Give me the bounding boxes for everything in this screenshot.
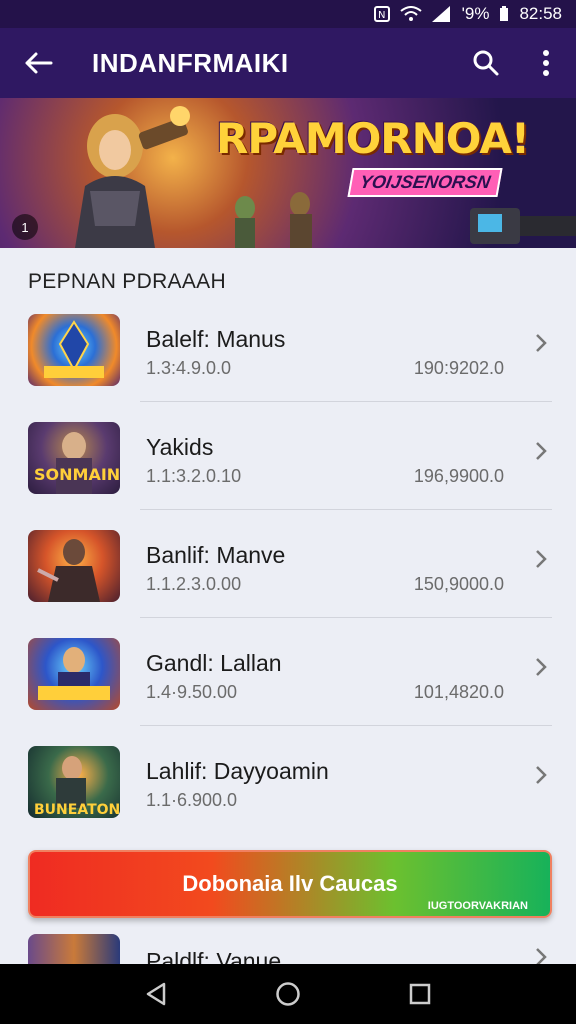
chevron-right-icon: [536, 658, 547, 676]
list-item[interactable]: Banlif: Manve 1.1.2.3.0.00 150,9000.0: [0, 510, 576, 618]
game-thumbnail: [28, 638, 120, 710]
game-list: Balelf: Manus 1.3:4.9.0.0 190:9202.0 SON…: [0, 294, 576, 834]
item-title: Banlif: Manve: [146, 542, 286, 568]
cta-label: Dobonaia Ilv Caucas: [182, 871, 398, 896]
game-thumbnail: SONMAIN: [28, 422, 120, 494]
back-button[interactable]: [8, 28, 68, 98]
item-title: Paldlf: Vanue: [146, 948, 282, 964]
chevron-right-icon: [536, 948, 547, 964]
item-value: 101,4820.0: [413, 682, 504, 702]
item-subtitle: 1.4·9.50.00: [146, 682, 238, 702]
list-item[interactable]: Balelf: Manus 1.3:4.9.0.0 190:9202.0: [0, 294, 576, 402]
item-title: Lahlif: Dayyoamin: [146, 758, 329, 784]
chevron-right-icon: [536, 550, 547, 568]
item-value: 190:9202.0: [413, 358, 504, 378]
game-thumbnail: BUNEATON: [28, 746, 120, 818]
promo-banner[interactable]: RPAMORNOA! YOIJSENORSN 1: [0, 98, 576, 248]
item-subtitle: 1.1·6.900.0: [146, 790, 238, 810]
item-title: Gandl: Lallan: [146, 650, 282, 676]
circle-home-icon: [276, 982, 300, 1006]
nfc-icon: N: [373, 6, 390, 22]
chevron-right-icon: [536, 766, 547, 784]
signal-icon: [431, 6, 452, 22]
item-subtitle: 1.1.2.3.0.00: [146, 574, 242, 594]
download-cta-button[interactable]: Dobonaia Ilv Caucas IUGTOORVAKRIAN: [28, 850, 552, 918]
chevron-right-icon: [536, 334, 547, 352]
list-item-partial[interactable]: Paldlf: Vanue: [0, 930, 576, 964]
cannon-image: [470, 208, 576, 244]
item-value: 196,9900.0: [413, 466, 504, 486]
wifi-icon: [400, 6, 422, 22]
battery-text: '9%: [461, 4, 490, 23]
list-item[interactable]: SONMAIN Yakids 1.1:3.2.0.10 196,9900.0: [0, 402, 576, 510]
svg-text:N: N: [378, 10, 385, 21]
status-time: 82:58: [519, 4, 562, 23]
hero-character-image: [75, 106, 190, 248]
thumb-text: BUNEATON: [34, 802, 120, 818]
arrow-left-icon: [25, 52, 53, 74]
square-recents-icon: [409, 983, 431, 1005]
app-toolbar: INDANFRMAIKI: [0, 28, 576, 98]
search-button[interactable]: [456, 28, 516, 98]
game-thumbnail: [28, 530, 120, 602]
chevron-right-icon: [536, 442, 547, 460]
item-title: Balelf: Manus: [146, 326, 286, 352]
item-subtitle: 1.3:4.9.0.0: [146, 358, 232, 378]
item-value: 150,9000.0: [413, 574, 504, 594]
thumb-text: SONMAIN: [34, 465, 120, 484]
status-bar: N '9% 82:58: [0, 0, 576, 28]
nav-recents-button[interactable]: [395, 969, 445, 1019]
item-title: Yakids: [146, 434, 214, 460]
banner-headline: RPAMORNOA!: [216, 114, 530, 163]
system-navigation-bar: [0, 964, 576, 1024]
list-item[interactable]: BUNEATON Lahlif: Dayyoamin 1.1·6.900.0: [0, 726, 576, 834]
nav-back-button[interactable]: [131, 969, 181, 1019]
warriors-image: [235, 192, 312, 248]
toolbar-title: INDANFRMAIKI: [92, 47, 289, 78]
battery-icon: [499, 6, 509, 22]
item-subtitle: 1.1:3.2.0.10: [146, 466, 242, 486]
cta-tag: IUGTOORVAKRIAN: [427, 900, 528, 912]
overflow-menu-button[interactable]: [516, 28, 576, 98]
more-vertical-icon: [543, 50, 549, 76]
game-thumbnail: [28, 314, 120, 386]
game-thumbnail: [28, 934, 120, 964]
section-title: PEPNAN PDRAAAH: [28, 270, 226, 293]
banner-subhead: YOIJSENORSN: [347, 168, 503, 197]
search-icon: [473, 50, 499, 76]
triangle-back-icon: [146, 982, 166, 1006]
list-item[interactable]: Gandl: Lallan 1.4·9.50.00 101,4820.0: [0, 618, 576, 726]
nav-home-button[interactable]: [263, 969, 313, 1019]
banner-page-indicator: 1: [12, 214, 38, 240]
